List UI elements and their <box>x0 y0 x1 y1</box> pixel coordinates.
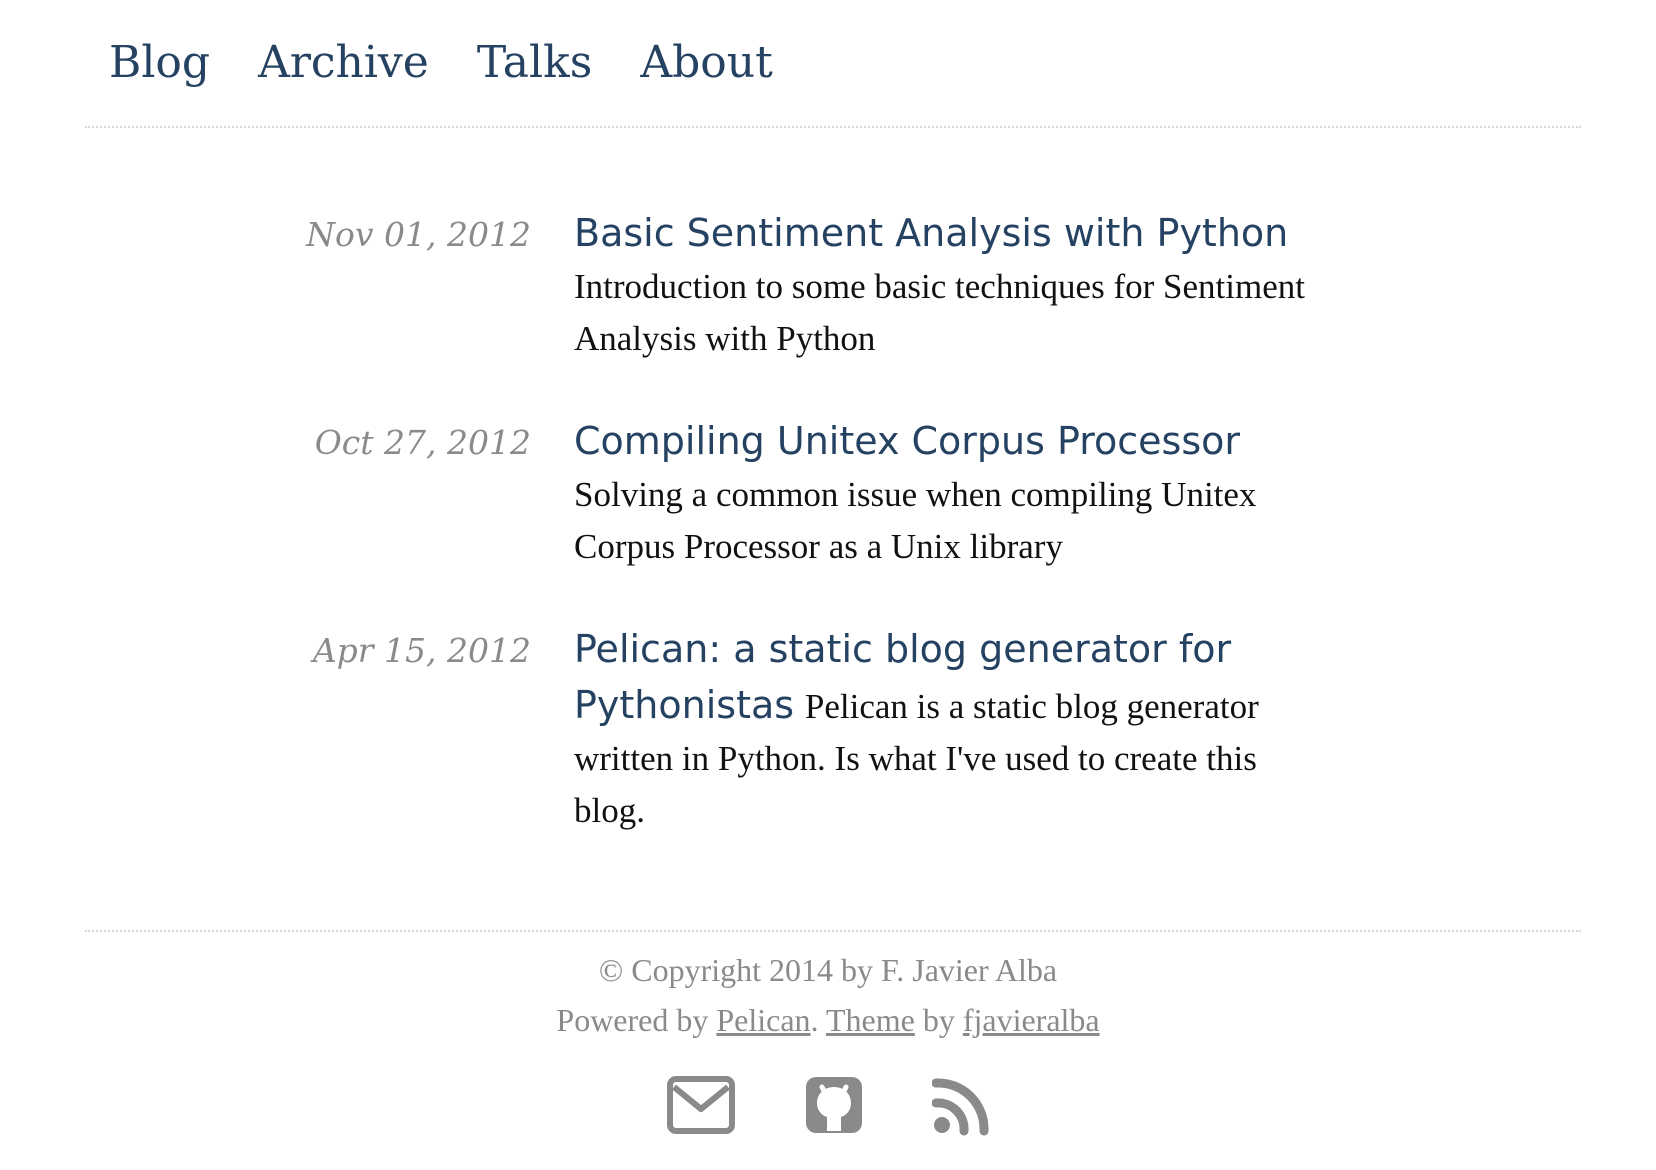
mail-icon[interactable] <box>666 1075 736 1137</box>
post-summary: Solving a common issue when compiling Un… <box>574 475 1257 566</box>
powered-by-text: Powered by <box>556 1002 717 1038</box>
theme-link[interactable]: Theme <box>826 1002 915 1038</box>
nav-archive[interactable]: Archive <box>258 28 429 98</box>
theme-by-text: by <box>914 1002 963 1038</box>
rss-icon-graphic <box>932 1078 989 1136</box>
nav-blog[interactable]: Blog <box>109 28 210 98</box>
github-icon[interactable] <box>804 1075 864 1137</box>
powered-by-line: Powered by Pelican. Theme by fjavieralba <box>0 995 1656 1045</box>
post-item: Nov 01, 2012 Basic Sentiment Analysis wi… <box>0 205 1656 413</box>
mail-icon-graphic <box>667 1076 735 1134</box>
pelican-link[interactable]: Pelican <box>716 1002 810 1038</box>
footer-divider <box>85 930 1581 932</box>
post-item: Apr 15, 2012 Pelican: a static blog gene… <box>0 621 1656 881</box>
separator-text: . <box>810 1002 826 1038</box>
copyright-text: © Copyright 2014 by F. Javier Alba <box>598 952 1058 988</box>
header-divider <box>85 126 1581 128</box>
post-body: Basic Sentiment Analysis with Python Int… <box>574 205 1334 365</box>
post-body: Pelican: a static blog generator for Pyt… <box>574 621 1334 837</box>
post-date: Oct 27, 2012 <box>314 423 531 462</box>
page: Blog Archive Talks About Nov 01, 2012 Ba… <box>0 0 1656 1170</box>
social-icons <box>0 1075 1656 1137</box>
post-date: Apr 15, 2012 <box>312 631 531 670</box>
nav-about[interactable]: About <box>640 28 772 98</box>
author-link[interactable]: fjavieralba <box>963 1002 1100 1038</box>
post-body: Compiling Unitex Corpus Processor Solvin… <box>574 413 1334 573</box>
top-nav: Blog Archive Talks About <box>85 28 797 98</box>
post-list: Nov 01, 2012 Basic Sentiment Analysis wi… <box>0 205 1656 881</box>
github-icon-graphic <box>806 1077 862 1133</box>
post-date: Nov 01, 2012 <box>306 215 531 254</box>
rss-icon[interactable] <box>932 1075 990 1137</box>
footer: © Copyright 2014 by F. Javier Alba Power… <box>0 945 1656 1045</box>
post-item: Oct 27, 2012 Compiling Unitex Corpus Pro… <box>0 413 1656 621</box>
post-summary: Introduction to some basic techniques fo… <box>574 267 1305 358</box>
post-title-link[interactable]: Compiling Unitex Corpus Processor <box>574 413 1334 469</box>
nav-talks[interactable]: Talks <box>477 28 592 98</box>
post-title-link[interactable]: Basic Sentiment Analysis with Python <box>574 205 1334 261</box>
